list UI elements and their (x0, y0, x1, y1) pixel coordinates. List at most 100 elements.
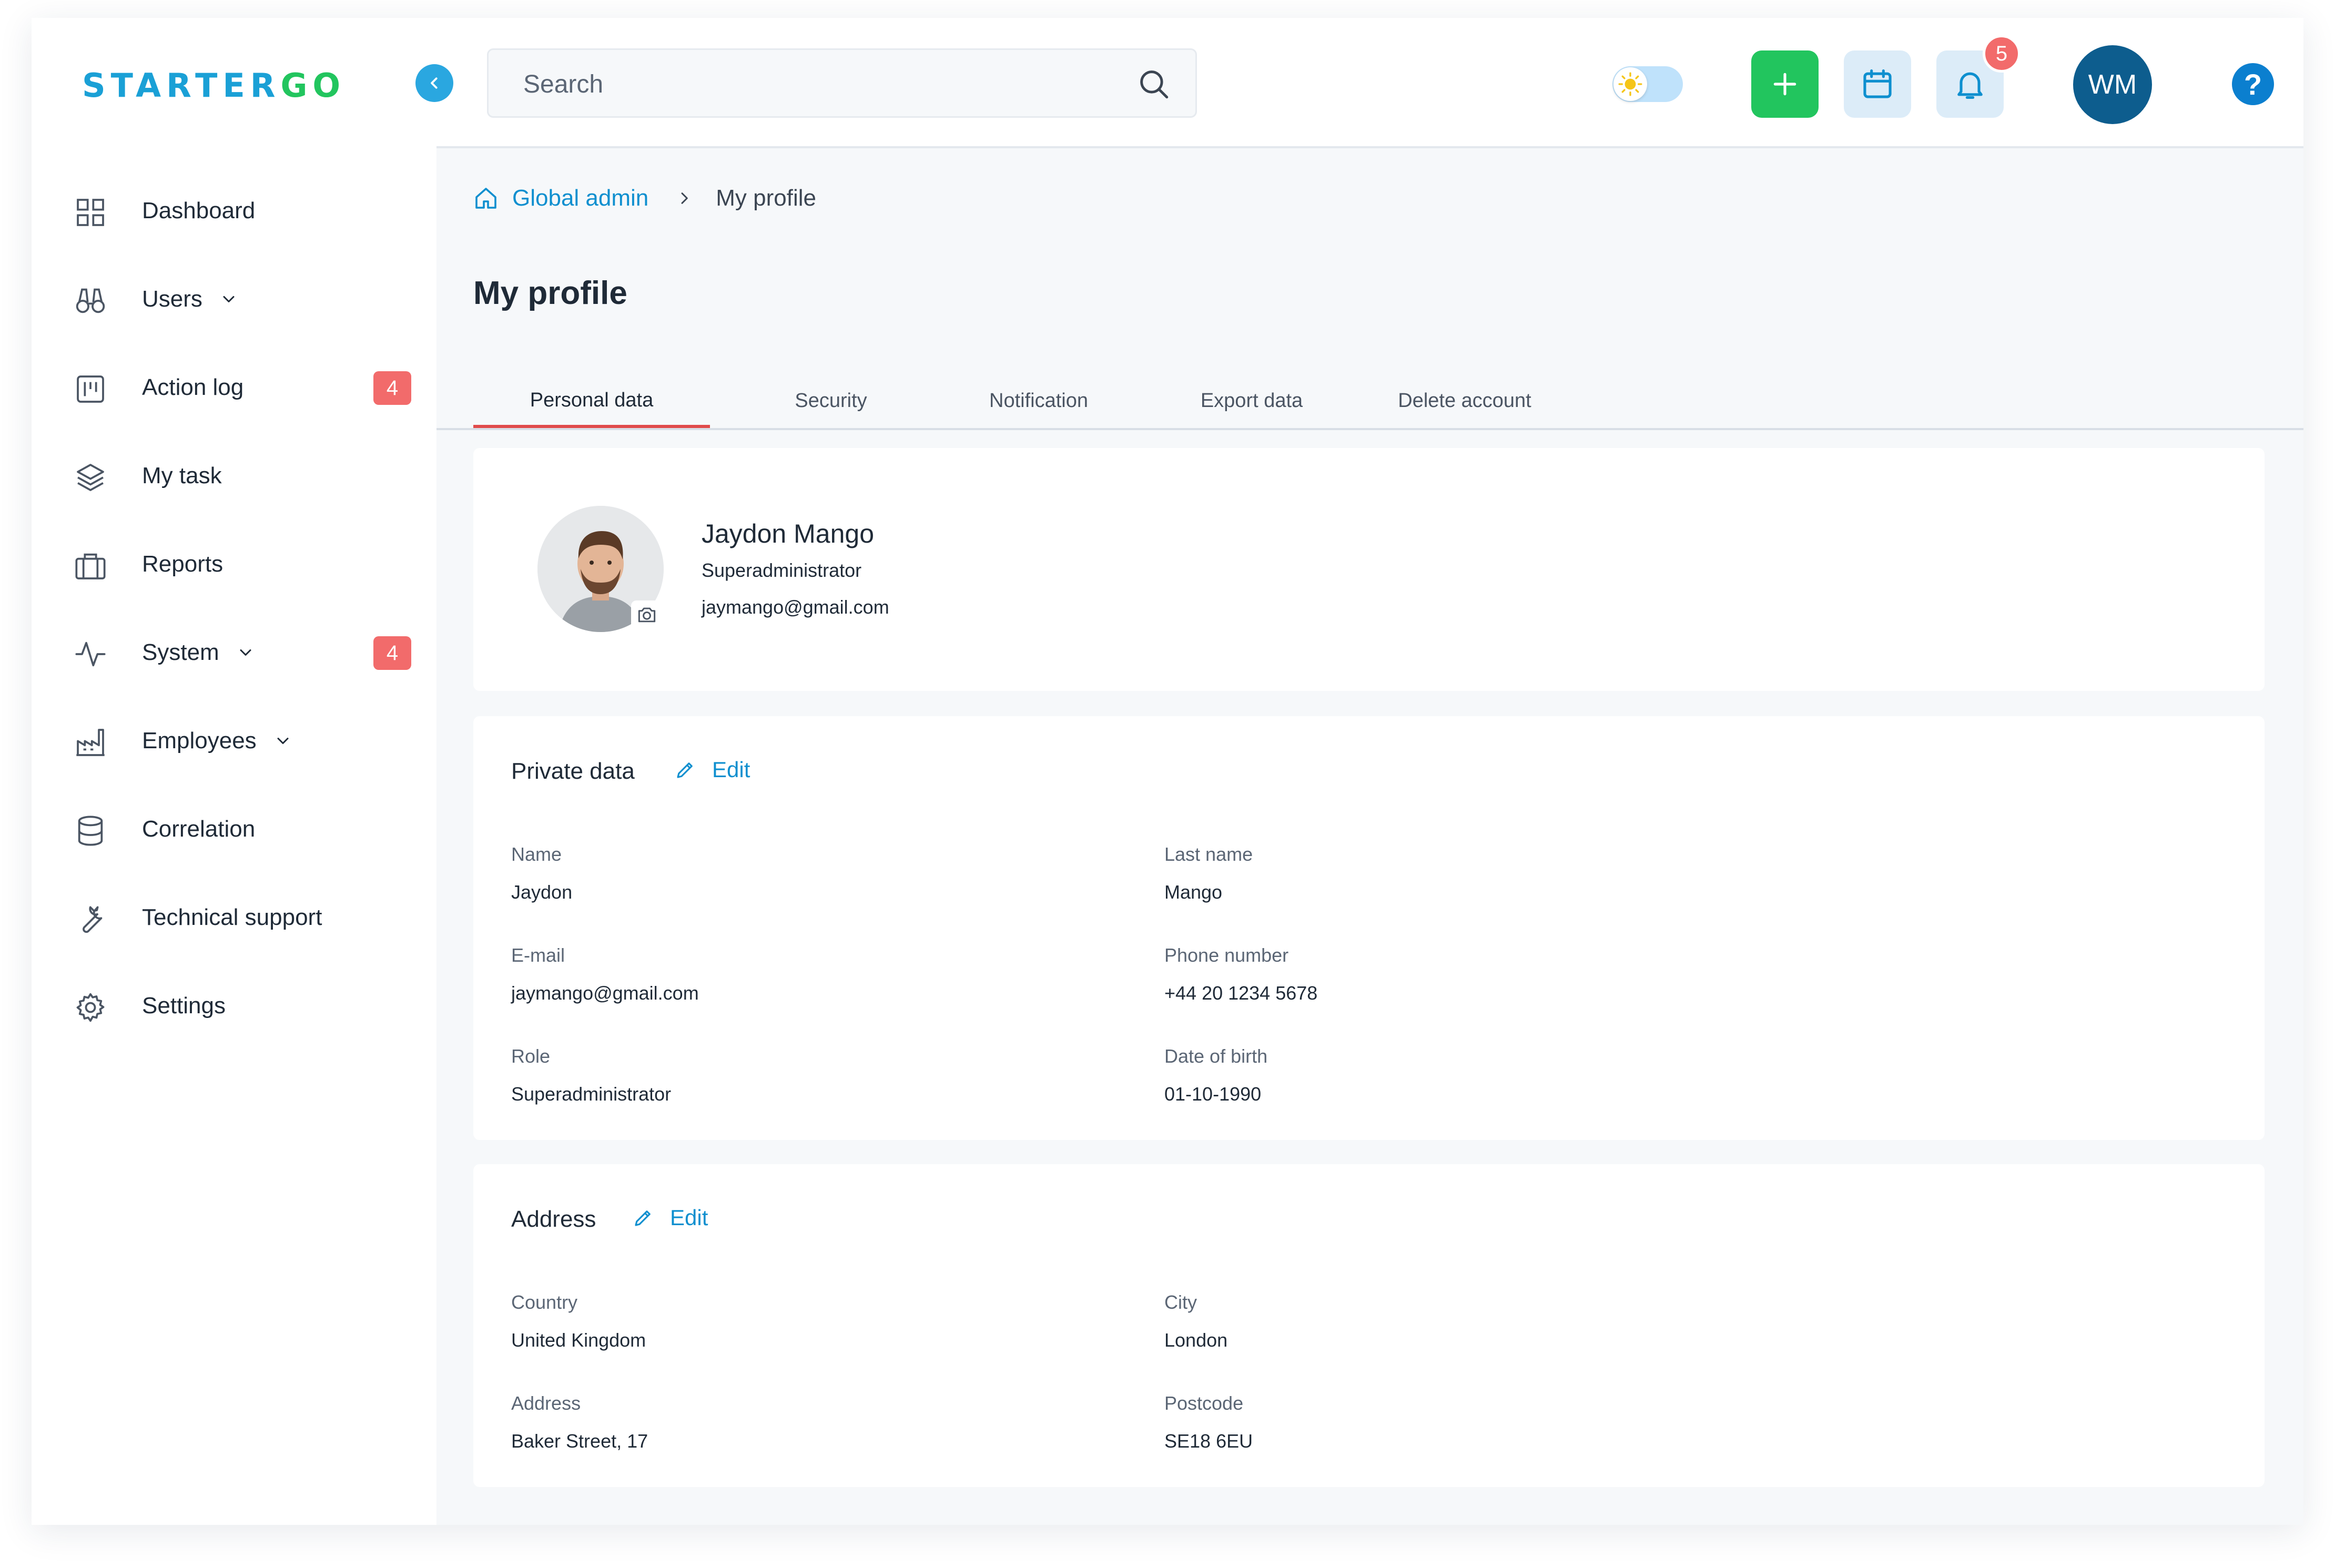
sun-icon (1618, 72, 1642, 96)
calendar-icon (1863, 69, 1892, 98)
pencil-icon (635, 1210, 651, 1226)
field-label-role: Role (511, 1045, 551, 1067)
activity-icon (75, 642, 106, 667)
private-data-title: Private data (511, 758, 635, 784)
grid-icon (77, 199, 104, 226)
sidebar-item-label: My task (142, 463, 222, 488)
sidebar-item-employees[interactable]: Employees (32, 710, 436, 773)
sidebar-item-action-log[interactable]: Action log 4 (32, 357, 436, 420)
breadcrumb: Global admin My profile (473, 185, 816, 211)
sidebar-item-reports[interactable]: Reports (32, 533, 436, 596)
tab-notification[interactable]: Notification (939, 375, 1139, 426)
logo-main: STARTER (82, 66, 281, 105)
layers-icon (77, 464, 104, 491)
field-label-address: Address (511, 1392, 581, 1414)
tab-delete-account[interactable]: Delete account (1359, 375, 1570, 426)
search-box (487, 48, 1197, 118)
profile-role: Superadministrator (702, 559, 862, 581)
chevron-down-icon[interactable] (236, 643, 255, 662)
field-label-name: Name (511, 843, 562, 865)
field-value-last-name: Mango (1164, 881, 1223, 903)
camera-icon (638, 607, 656, 623)
sidebar-item-label-text: Employees (142, 728, 257, 754)
change-photo-button[interactable] (631, 600, 663, 629)
page-title: My profile (473, 275, 627, 311)
gear-icon (76, 993, 105, 1022)
search-icon[interactable] (1136, 67, 1171, 101)
count-badge: 4 (373, 371, 411, 405)
field-label-city: City (1164, 1291, 1197, 1313)
field-value-city: London (1164, 1329, 1228, 1351)
sidebar-item-dashboard[interactable]: Dashboard (32, 180, 436, 243)
sidebar-item-my-task[interactable]: My task (32, 445, 436, 508)
field-value-phone: +44 20 1234 5678 (1164, 982, 1318, 1004)
logo-accent: GO (280, 66, 346, 105)
field-label-date-of-birth: Date of birth (1164, 1045, 1268, 1067)
sidebar-item-settings[interactable]: Settings (32, 975, 436, 1038)
collapse-sidebar-button[interactable] (415, 64, 453, 102)
edit-label: Edit (670, 1205, 708, 1230)
sidebar: Dashboard Users Action log 4 My task Rep… (32, 146, 436, 1525)
field-value-country: United Kingdom (511, 1329, 646, 1351)
factory-icon (76, 729, 105, 756)
field-value-address: Baker Street, 17 (511, 1430, 648, 1452)
top-bar: STARTERGO 5 WM ? (32, 18, 2303, 148)
sidebar-item-users[interactable]: Users (32, 268, 436, 331)
field-value-role: Superadministrator (511, 1083, 672, 1105)
tab-export-data[interactable]: Export data (1162, 375, 1341, 426)
sidebar-item-label: Users (142, 286, 238, 312)
briefcase-icon (75, 553, 106, 579)
binoculars-icon (76, 288, 105, 313)
field-label-last-name: Last name (1164, 843, 1253, 865)
sidebar-item-correlation[interactable]: Correlation (32, 798, 436, 861)
chevron-right-icon (681, 192, 688, 204)
address-title: Address (511, 1206, 596, 1232)
calendar-button[interactable] (1844, 50, 1911, 118)
logo[interactable]: STARTERGO (82, 66, 346, 105)
field-label-country: Country (511, 1291, 578, 1313)
breadcrumb-home-link[interactable]: Global admin (473, 185, 648, 211)
wrench-icon (83, 906, 103, 933)
notification-count-badge: 5 (1983, 35, 2021, 73)
sidebar-item-label: Correlation (142, 816, 256, 842)
breadcrumb-current: My profile (716, 185, 816, 211)
add-button[interactable] (1751, 50, 1819, 118)
profile-tabs: Personal data Security Notification Expo… (436, 375, 2303, 430)
field-label-email: E-mail (511, 944, 565, 966)
sidebar-item-technical-support[interactable]: Technical support (32, 887, 436, 950)
sidebar-item-label-text: System (142, 639, 219, 665)
pencil-icon (677, 762, 693, 778)
field-value-date-of-birth: 01-10-1990 (1164, 1083, 1262, 1105)
theme-toggle[interactable] (1612, 66, 1683, 102)
field-value-postcode: SE18 6EU (1164, 1430, 1253, 1452)
sidebar-item-label: Technical support (142, 904, 322, 930)
chevron-down-icon[interactable] (219, 290, 238, 309)
field-label-postcode: Postcode (1164, 1392, 1244, 1414)
profile-name: Jaydon Mango (702, 519, 875, 548)
toggle-knob (1613, 67, 1647, 101)
help-button[interactable]: ? (2232, 63, 2274, 105)
kanban-icon (77, 375, 104, 403)
chevron-down-icon[interactable] (273, 731, 292, 750)
edit-private-data-button[interactable]: Edit (674, 757, 750, 782)
sidebar-item-label: Employees (142, 728, 292, 754)
sidebar-item-label: System (142, 639, 255, 666)
sidebar-item-label: Action log (142, 374, 244, 400)
app-window: STARTERGO 5 WM ? Dashboard (32, 18, 2303, 1525)
tab-personal-data[interactable]: Personal data (473, 375, 710, 428)
field-label-phone: Phone number (1164, 944, 1289, 966)
plus-icon (1773, 73, 1796, 96)
chevron-left-icon (431, 77, 438, 89)
count-badge: 4 (373, 636, 411, 670)
sidebar-item-label: Reports (142, 551, 224, 577)
search-input[interactable] (522, 66, 1103, 103)
sidebar-item-label: Settings (142, 993, 226, 1019)
edit-address-button[interactable]: Edit (632, 1205, 708, 1230)
tab-security[interactable]: Security (752, 375, 910, 426)
user-avatar[interactable]: WM (2073, 45, 2152, 124)
sidebar-item-system[interactable]: System 4 (32, 622, 436, 685)
field-value-email: jaymango@gmail.com (511, 982, 699, 1004)
breadcrumb-home-label: Global admin (512, 185, 649, 211)
home-icon (475, 188, 496, 209)
field-value-name: Jaydon (511, 881, 573, 903)
